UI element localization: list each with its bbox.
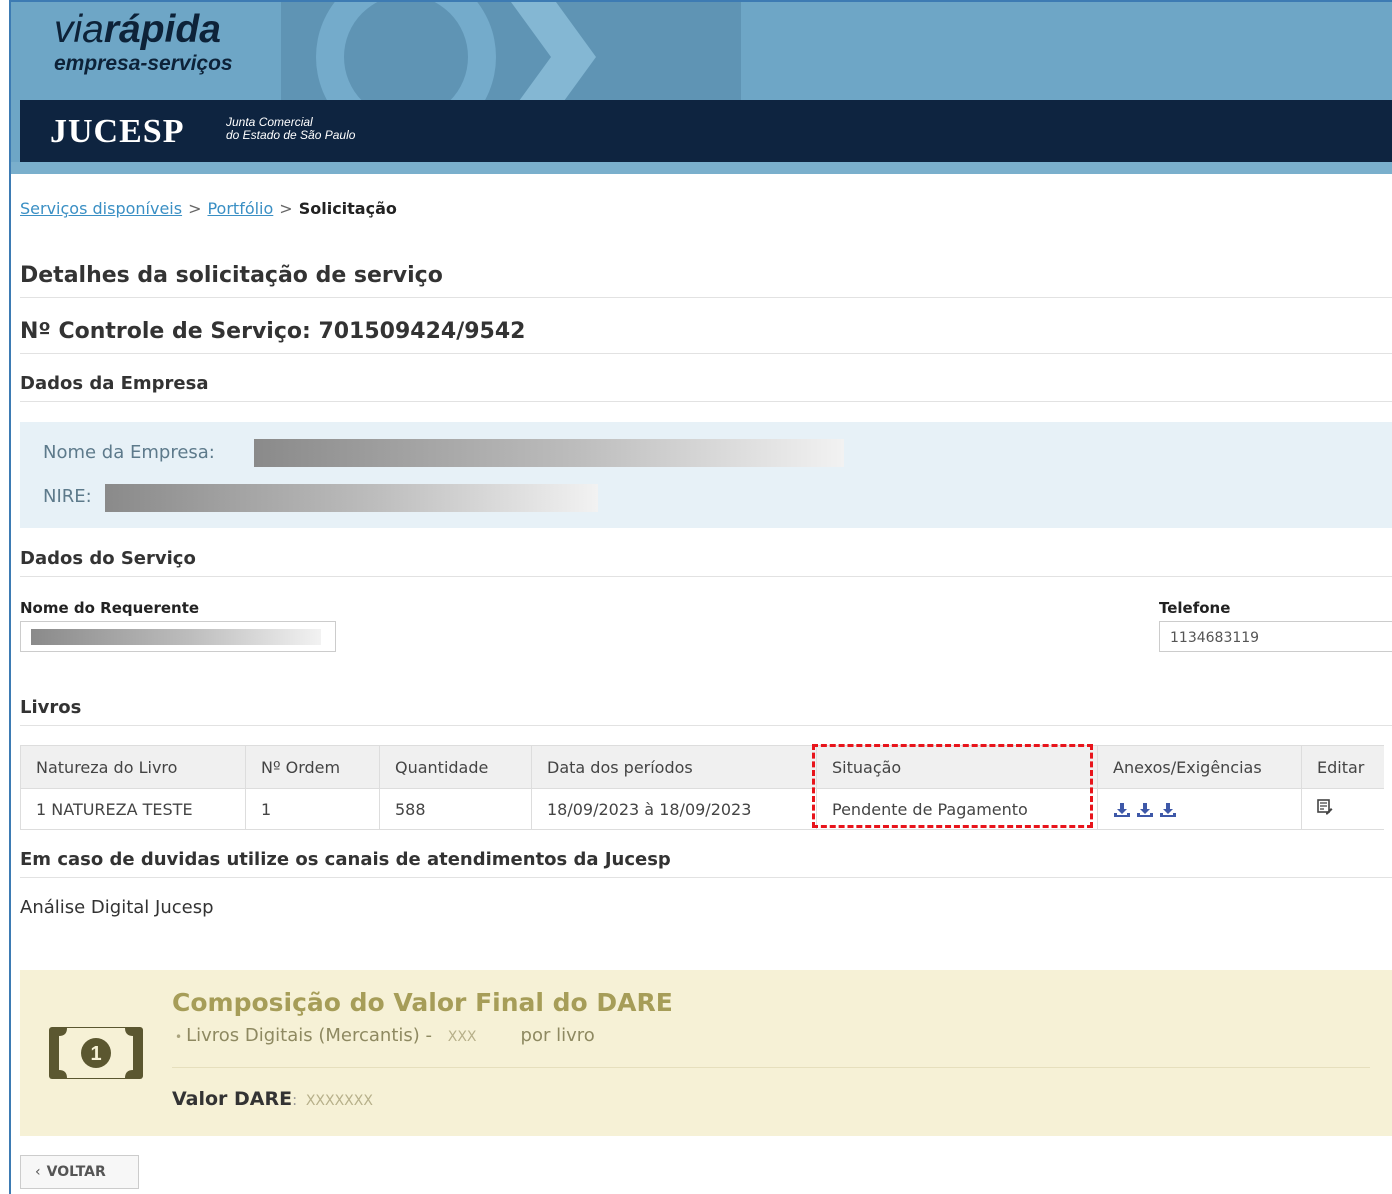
divider [20, 877, 1392, 878]
dare-title: Composição do Valor Final do DARE [172, 988, 673, 1017]
breadcrumb-portfolio-link[interactable]: Portfólio [207, 199, 273, 218]
cell-quantidade: 588 [379, 788, 532, 830]
duvidas-title: Em caso de duvidas utilize os canais de … [20, 849, 671, 870]
page-title: Detalhes da solicitação de serviço [20, 263, 443, 288]
situacao-highlight-box [812, 744, 1093, 828]
col-quantidade: Quantidade [379, 745, 532, 789]
bullet: • [175, 1030, 183, 1044]
dare-item: • Livros Digitais (Mercantis) - XXX por li… [175, 1025, 595, 1046]
cell-periodos: 18/09/2023 à 18/09/2023 [531, 788, 817, 830]
col-natureza: Natureza do Livro [20, 745, 246, 789]
section-title-empresa: Dados da Empresa [20, 373, 209, 394]
dare-item-label: Livros Digitais (Mercantis) - [186, 1025, 432, 1046]
dare-valor-value: XXXXXXX [305, 1093, 373, 1109]
nome-empresa-redacted [254, 439, 844, 467]
viarapida-logo: viarápida empresa-serviços [54, 10, 233, 76]
cell-natureza: 1 NATUREZA TESTE [20, 788, 246, 830]
dare-valor-colon: : [292, 1091, 298, 1109]
cell-anexos [1097, 788, 1302, 830]
col-editar: Editar [1301, 745, 1384, 789]
nome-empresa-label: Nome da Empresa: [43, 442, 215, 463]
duvidas-text: Análise Digital Jucesp [20, 897, 214, 918]
dare-item-suffix: por livro [520, 1025, 595, 1046]
nire-label: NIRE: [43, 486, 92, 507]
brand-subtitle: empresa-serviços [54, 52, 233, 75]
divider [172, 1067, 1370, 1068]
requerente-redacted [31, 629, 321, 645]
page-border-left [9, 0, 11, 1194]
livros-table: Natureza do Livro Nº Ordem Quantidade Da… [20, 745, 1384, 830]
dare-valor-label: Valor DARE [172, 1088, 293, 1110]
empresa-panel: Nome da Empresa: NIRE: [20, 422, 1392, 528]
breadcrumb-current: Solicitação [298, 199, 397, 218]
brand-via: via [54, 8, 104, 51]
divider [20, 297, 1392, 298]
download-icon[interactable] [1136, 802, 1154, 818]
divider [20, 576, 1392, 577]
breadcrumb-separator: > [188, 199, 202, 218]
download-icon[interactable] [1113, 802, 1131, 818]
chevron-left-icon: ‹ [35, 1164, 41, 1180]
cell-ordem: 1 [245, 788, 380, 830]
download-icon[interactable] [1159, 802, 1177, 818]
cell-editar [1301, 788, 1384, 830]
section-title-servico: Dados do Serviço [20, 548, 196, 569]
money-icon-graphic: 1 [59, 1028, 133, 1078]
svg-text:1: 1 [90, 1043, 101, 1065]
control-number: Nº Controle de Serviço: 701509424/9542 [20, 319, 526, 344]
divider [20, 401, 1392, 402]
telefone-field[interactable]: 1134683119 [1159, 621, 1392, 652]
section-title-livros: Livros [20, 697, 82, 718]
breadcrumb-servicos-link[interactable]: Serviços disponíveis [20, 199, 182, 218]
col-periodos: Data dos períodos [531, 745, 817, 789]
telefone-label: Telefone [1159, 599, 1231, 617]
table-header-row: Natureza do Livro Nº Ordem Quantidade Da… [20, 745, 1384, 789]
dare-valor: Valor DARE: XXXXXXX [172, 1088, 373, 1110]
site-header: viarápida empresa-serviços JUCESP Junta … [11, 2, 1392, 174]
col-ordem: Nº Ordem [245, 745, 380, 789]
nire-redacted [105, 484, 598, 512]
brand-rapida: rápida [103, 8, 221, 51]
requerente-label: Nome do Requerente [20, 599, 200, 617]
jucesp-bar: JUCESP Junta Comercial do Estado de São … [20, 100, 1392, 162]
voltar-button[interactable]: ‹ VOLTAR [20, 1155, 139, 1189]
requerente-field[interactable] [20, 621, 336, 652]
dare-panel: 1 Composição do Valor Final do DARE • Liv… [20, 970, 1392, 1136]
table-row: 1 NATUREZA TESTE 1 588 18/09/2023 à 18/0… [20, 788, 1384, 830]
jucesp-logo: JUCESP [50, 113, 185, 150]
divider [20, 353, 1392, 354]
divider [20, 725, 1392, 726]
breadcrumb-separator: > [279, 199, 293, 218]
edit-icon[interactable] [1317, 799, 1333, 815]
dare-item-value: XXX [447, 1029, 477, 1045]
voltar-label: VOLTAR [46, 1164, 106, 1180]
money-icon: 1 [49, 1027, 143, 1079]
col-anexos: Anexos/Exigências [1097, 745, 1302, 789]
breadcrumb: Serviços disponíveis > Portfólio > Solicitaç… [20, 199, 397, 218]
jucesp-tagline-line2: do Estado de São Paulo [226, 128, 356, 142]
jucesp-tagline: Junta Comercial do Estado de São Paulo [226, 116, 355, 142]
